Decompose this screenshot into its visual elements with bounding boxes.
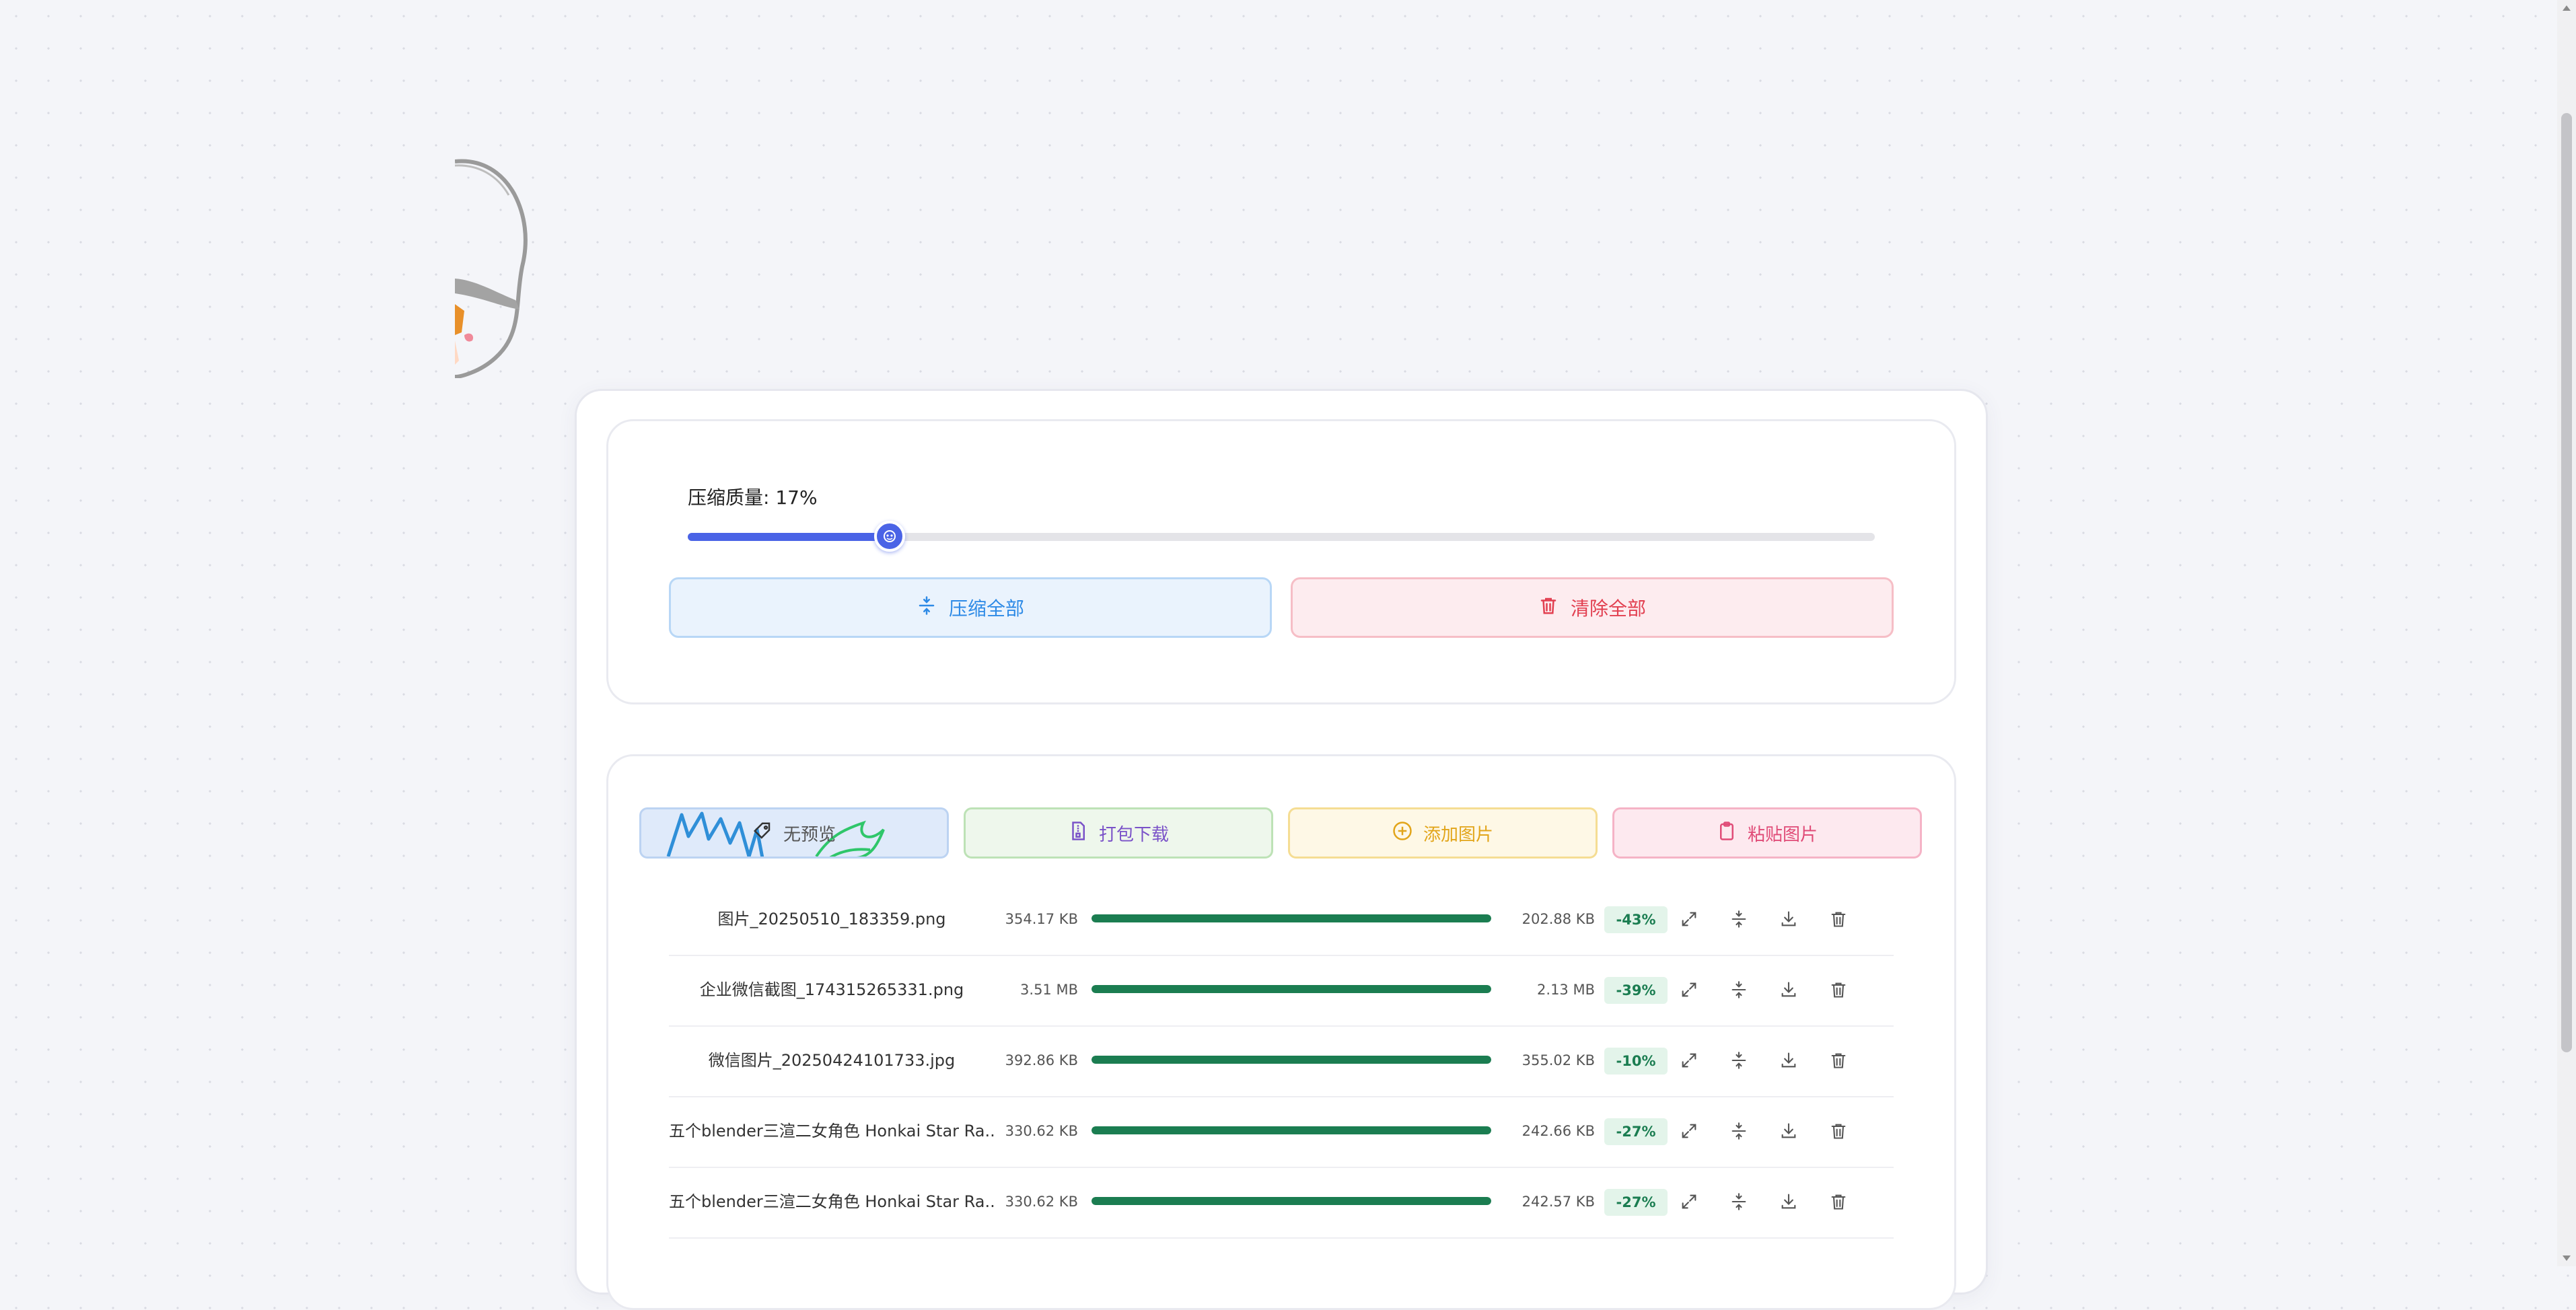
expand-icon[interactable] [1676,1188,1703,1215]
reduction-badge: -27% [1604,1118,1668,1145]
download-icon[interactable] [1775,1047,1802,1074]
reduction-badge: -27% [1604,1189,1668,1216]
compression-settings-panel: 压缩质量: 17% 压缩全部 清除全部 [606,419,1956,704]
file-zip-icon [1068,821,1088,846]
progress-fill [1092,1056,1491,1064]
page-scrollbar[interactable] [2557,0,2576,1266]
quality-slider-thumb[interactable] [873,521,905,552]
trash-icon[interactable] [1825,1188,1852,1215]
download-icon[interactable] [1775,1188,1802,1215]
file-row: 五个blender三渲二女角色 Honkai Star Ra... 330.62… [669,1096,1894,1168]
expand-icon[interactable] [1676,976,1703,1003]
compressed-size: 355.02 KB [1522,1052,1595,1068]
file-name: 企业微信截图_174315265331.png [699,980,964,999]
clear-all-button[interactable]: 清除全部 [1291,577,1894,638]
compression-progress-bar [1092,985,1491,993]
original-size: 330.62 KB [1005,1123,1078,1139]
slider-thumb-icon [883,530,896,542]
trash-icon[interactable] [1825,906,1852,933]
reduction-badge: -10% [1604,1048,1668,1075]
file-name: 图片_20250510_183359.png [717,910,946,929]
main-card: 压缩质量: 17% 压缩全部 清除全部 无预览 打包下载 添加图片 粘贴图片 图… [575,389,1988,1310]
quality-slider[interactable] [688,521,1875,552]
compression-progress-bar [1092,1126,1491,1134]
add-image-button[interactable]: 添加图片 [1288,807,1598,859]
file-row: 微信图片_20250424101733.jpg 392.86 KB 355.02… [669,1025,1894,1097]
tag-icon [752,821,773,846]
expand-icon[interactable] [1676,1047,1703,1074]
compress-all-button[interactable]: 压缩全部 [669,577,1272,638]
scroll-down-arrow-icon[interactable] [2563,1256,2571,1261]
compressed-size: 242.66 KB [1522,1123,1595,1139]
trash-icon[interactable] [1825,976,1852,1003]
compress-icon[interactable] [1725,1118,1752,1144]
file-name: 五个blender三渲二女角色 Honkai Star Ra... [669,1122,995,1140]
clipboard-icon [1717,821,1737,846]
scroll-up-arrow-icon[interactable] [2563,5,2571,11]
reduction-badge: -43% [1604,906,1668,933]
expand-icon[interactable] [1676,1118,1703,1144]
original-size: 330.62 KB [1005,1194,1078,1210]
compression-progress-bar [1092,914,1491,922]
compression-progress-bar [1092,1197,1491,1205]
file-row: 图片_20250510_183359.png 354.17 KB 202.88 … [669,884,1894,956]
trash-icon[interactable] [1825,1047,1852,1074]
download-zip-label: 打包下载 [1098,824,1169,845]
original-size: 392.86 KB [1005,1052,1078,1068]
reduction-badge: -39% [1604,977,1668,1004]
file-row: 五个blender三渲二女角色 Honkai Star Ra... 330.62… [669,1167,1894,1239]
compressed-size: 2.13 MB [1537,982,1595,998]
expand-icon[interactable] [1676,906,1703,933]
progress-fill [1092,1126,1491,1134]
no-preview-label: 无预览 [783,824,836,845]
decorative-avatar-art [455,159,542,378]
original-size: 3.51 MB [1020,982,1078,998]
add-image-label: 添加图片 [1423,824,1493,845]
clear-all-label: 清除全部 [1570,597,1646,620]
file-row: 企业微信截图_174315265331.png 3.51 MB 2.13 MB … [669,955,1894,1027]
quality-label: 压缩质量: 17% [688,486,818,509]
download-icon[interactable] [1775,1118,1802,1144]
compress-icon[interactable] [1725,1047,1752,1074]
scrollbar-thumb[interactable] [2561,113,2572,1052]
quality-slider-fill [688,533,890,541]
download-icon[interactable] [1775,976,1802,1003]
compress-icon [917,595,937,620]
file-name: 五个blender三渲二女角色 Honkai Star Ra... [669,1192,995,1211]
file-list-panel: 无预览 打包下载 添加图片 粘贴图片 图片_20250510_183359.pn… [606,754,1956,1310]
compression-progress-bar [1092,1056,1491,1064]
progress-fill [1092,985,1491,993]
download-zip-button[interactable]: 打包下载 [964,807,1273,859]
download-icon[interactable] [1775,906,1802,933]
paste-image-label: 粘贴图片 [1747,824,1818,845]
progress-fill [1092,1197,1491,1205]
compress-icon[interactable] [1725,906,1752,933]
original-size: 354.17 KB [1005,911,1078,927]
compressed-size: 202.88 KB [1522,911,1595,927]
compressed-size: 242.57 KB [1522,1194,1595,1210]
no-preview-button[interactable]: 无预览 [639,807,949,859]
progress-fill [1092,914,1491,922]
trash-icon [1538,595,1559,620]
plus-circle-icon [1392,821,1412,846]
paste-image-button[interactable]: 粘贴图片 [1612,807,1922,859]
compress-icon[interactable] [1725,1188,1752,1215]
trash-icon[interactable] [1825,1118,1852,1144]
compress-icon[interactable] [1725,976,1752,1003]
file-name: 微信图片_20250424101733.jpg [708,1051,956,1070]
compress-all-label: 压缩全部 [948,597,1024,620]
